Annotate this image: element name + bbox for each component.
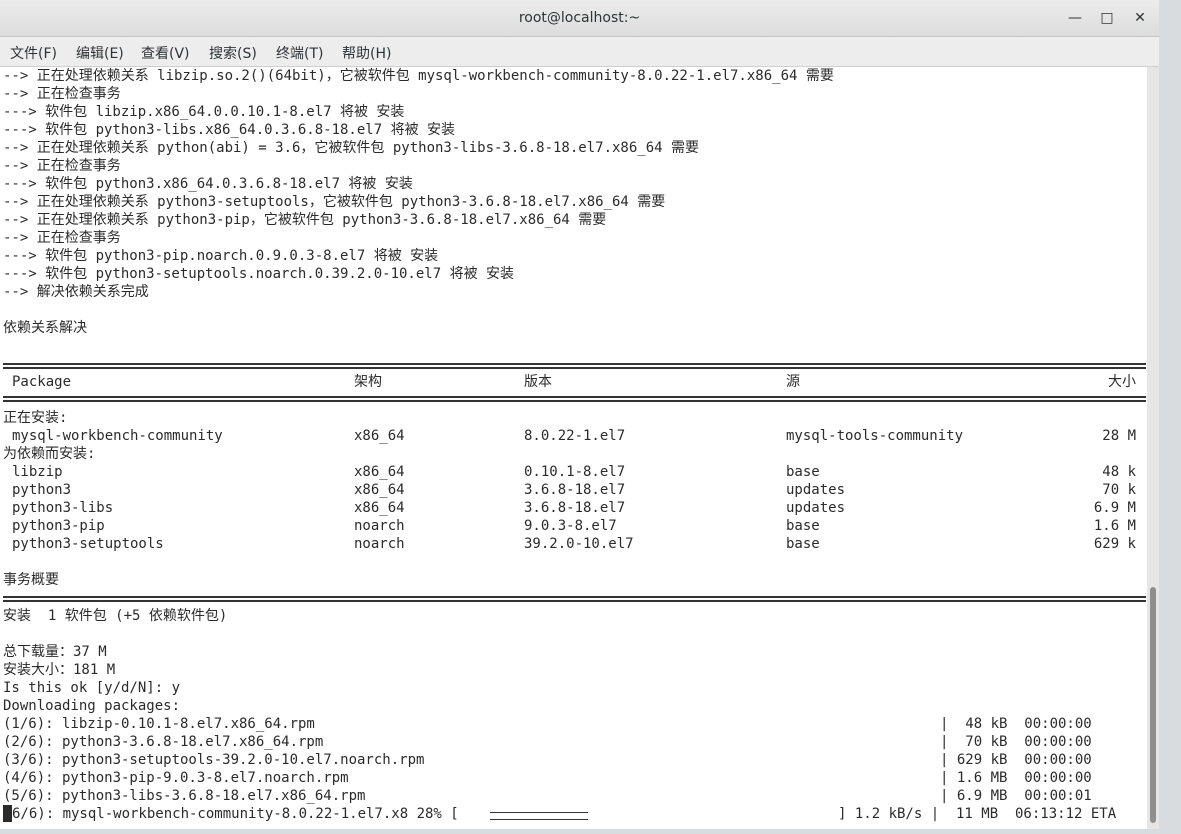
table-cell: base [786,464,820,480]
table-separator [3,396,1146,402]
download-stats: | 70 kB 00:00:00 [940,734,1092,750]
maximize-icon[interactable]: □ [1096,8,1118,28]
table-cell: 6.9 M [1093,500,1136,516]
download-stats: | 48 kB 00:00:00 [940,716,1092,732]
table-cell: noarch [354,518,405,534]
table-cell: 3.6.8-18.el7 [524,500,626,516]
prompt-line: Is this ok [y/d/N]: y [3,680,181,696]
terminal-scrollbar[interactable] [1147,67,1159,829]
output-line: --> 正在检查事务 [3,158,121,174]
table-cell: 48 k [1102,464,1136,480]
table-cell: 70 k [1102,482,1136,498]
table-cell: 3.6.8-18.el7 [524,482,626,498]
output-line: --> 正在处理依赖关系 python(abi) = 3.6，它被软件包 pyt… [3,140,700,156]
current-download-stats: ] 1.2 kB/s | 11 MB 06:13:12 ETA [838,806,1117,822]
download-stats: | 1.6 MB 00:00:00 [940,770,1092,786]
output-line: --> 正在处理依赖关系 python3-pip，它被软件包 python3-3… [3,212,607,228]
table-separator [3,596,1146,602]
menu-file[interactable]: 文件(F) [10,43,57,63]
output-line: --> 正在检查事务 [3,86,121,102]
install-size: 安装大小：181 M [3,662,116,678]
table-cell: mysql-workbench-community [12,428,223,444]
total-download: 总下载量：37 M [3,644,107,660]
output-line: ---> 软件包 python3.x86_64.0.3.6.8-18.el7 将… [3,176,413,192]
table-cell: 0.10.1-8.el7 [524,464,626,480]
output-line: ---> 软件包 libzip.x86_64.0.0.10.1-8.el7 将被… [3,104,405,120]
download-name: (4/6): python3-pip-9.0.3-8.el7.noarch.rp… [3,770,349,786]
table-cell: x86_64 [354,464,405,480]
download-name: (1/6): libzip-0.10.1-8.el7.x86_64.rpm [3,716,315,732]
header-package: Package [12,374,72,390]
close-icon[interactable]: ✕ [1129,8,1151,28]
header-size: 大小 [1108,374,1136,390]
table-cell: updates [786,482,846,498]
table-cell: 8.0.22-1.el7 [524,428,626,444]
menu-help[interactable]: 帮助(H) [342,43,391,63]
terminal-cursor [3,805,12,822]
current-download-name: 6/6): mysql-workbench-community-8.0.22-1… [12,806,459,822]
table-cell: 629 k [1093,536,1136,552]
summary-line: 安装 1 软件包 (+5 依赖软件包) [3,608,228,624]
output-line: ---> 软件包 python3-setuptools.noarch.0.39.… [3,266,515,282]
output-line: ---> 软件包 python3-pip.noarch.0.9.0.3-8.el… [3,248,439,264]
header-arch: 架构 [354,374,382,390]
table-cell: python3 [12,482,72,498]
download-name: (2/6): python3-3.6.8-18.el7.x86_64.rpm [3,734,324,750]
table-cell: 9.0.3-8.el7 [524,518,617,534]
output-line: --> 正在处理依赖关系 python3-setuptools，它被软件包 py… [3,194,666,210]
output-line: --> 正在处理依赖关系 libzip.so.2()(64bit)，它被软件包 … [3,68,834,84]
table-separator [3,363,1146,369]
minimize-icon[interactable]: — [1064,8,1086,28]
download-name: (3/6): python3-setuptools-39.2.0-10.el7.… [3,752,425,768]
download-progress-bar [490,812,588,820]
header-version: 版本 [524,374,552,390]
header-repo: 源 [786,374,800,390]
window-titlebar[interactable]: root@localhost:~ — □ ✕ [0,0,1159,37]
table-cell: python3-pip [12,518,105,534]
table-cell: 1.6 M [1093,518,1136,534]
table-cell: mysql-tools-community [786,428,964,444]
table-cell: base [786,518,820,534]
table-cell: python3-libs [12,500,114,516]
output-line: --> 解决依赖关系完成 [3,284,149,300]
menu-terminal[interactable]: 终端(T) [276,43,323,63]
table-cell: 39.2.0-10.el7 [524,536,634,552]
table-cell: 28 M [1102,428,1136,444]
table-cell: x86_64 [354,428,405,444]
output-line: --> 正在检查事务 [3,230,121,246]
table-cell: x86_64 [354,482,405,498]
table-cell: noarch [354,536,405,552]
table-cell: libzip [12,464,63,480]
download-stats: | 629 kB 00:00:00 [940,752,1092,768]
scrollbar-thumb[interactable] [1150,587,1156,823]
menu-search[interactable]: 搜索(S) [209,43,257,63]
menu-bar: 文件(F) 编辑(E) 查看(V) 搜索(S) 终端(T) 帮助(H) [0,37,1159,67]
output-line: ---> 软件包 python3-libs.x86_64.0.3.6.8-18.… [3,122,456,138]
terminal-output[interactable]: --> 正在处理依赖关系 libzip.so.2()(64bit)，它被软件包 … [0,67,1147,829]
menu-view[interactable]: 查看(V) [141,43,190,63]
output-line: 依赖关系解决 [3,320,87,336]
menu-edit[interactable]: 编辑(E) [76,43,124,63]
summary-title: 事务概要 [3,572,59,588]
installing-label: 正在安装: [3,410,68,426]
downloading-label: Downloading packages: [3,698,181,714]
table-cell: base [786,536,820,552]
download-stats: | 6.9 MB 00:00:01 [940,788,1092,804]
table-cell: updates [786,500,846,516]
window-title: root@localhost:~ [518,10,641,26]
table-cell: x86_64 [354,500,405,516]
table-cell: python3-setuptools [12,536,164,552]
download-name: (5/6): python3-libs-3.6.8-18.el7.x86_64.… [3,788,366,804]
deps-label: 为依赖而安装: [3,446,96,462]
